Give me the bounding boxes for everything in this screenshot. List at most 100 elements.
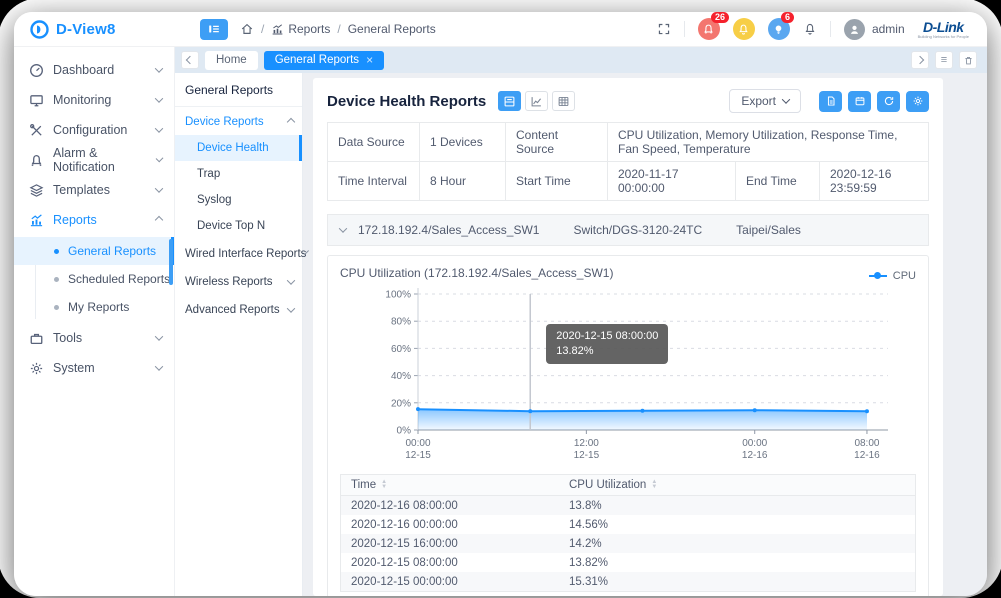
tree-group-wireless-reports[interactable]: Wireless Reports — [175, 269, 302, 295]
report-card: Device Health Reports — [313, 78, 943, 596]
sidebar-item-configuration[interactable]: Configuration — [14, 115, 174, 145]
start-time-label: Start Time — [506, 162, 608, 201]
tree-group-advanced-reports[interactable]: Advanced Reports — [175, 297, 302, 323]
sidebar-item-reports[interactable]: Reports — [14, 205, 174, 235]
sort-icon[interactable]: ▲▼ — [381, 480, 387, 490]
sidebar-item-alarm-notification[interactable]: Alarm & Notification — [14, 145, 174, 175]
tree-group-wired-interface-reports[interactable]: Wired Interface Reports — [175, 241, 302, 267]
bell-outline-icon — [803, 22, 817, 36]
lightbulb-icon — [772, 23, 785, 36]
sidebar-item-tools[interactable]: Tools — [14, 323, 174, 353]
gear-icon — [29, 361, 44, 376]
sidebar-item-my-reports[interactable]: My Reports — [14, 293, 174, 321]
tree-item-trap[interactable]: Trap — [175, 161, 302, 187]
sidebar-item-label: Dashboard — [53, 63, 114, 77]
start-time-value: 2020-11-17 00:00:00 — [608, 162, 736, 201]
breadcrumb-reports[interactable]: Reports — [271, 22, 330, 36]
dview-logo-icon — [30, 20, 49, 39]
breadcrumb-separator: / — [337, 22, 340, 36]
breadcrumb-reports-label: Reports — [288, 22, 330, 36]
svg-text:00:00: 00:00 — [742, 438, 767, 449]
table-header-row: Time▲▼ CPU Utilization▲▼ — [341, 475, 916, 496]
sidebar-item-general-reports[interactable]: General Reports — [14, 237, 174, 265]
sidebar-item-dashboard[interactable]: Dashboard — [14, 55, 174, 85]
dashboard-icon — [29, 63, 44, 78]
hint-button[interactable]: 6 — [768, 18, 790, 40]
reports-icon — [271, 23, 284, 36]
settings-button[interactable] — [906, 91, 929, 112]
home-icon[interactable] — [240, 22, 254, 36]
schedule-button[interactable] — [848, 91, 871, 112]
tab-scroll-right-button[interactable] — [911, 51, 929, 69]
sidebar-item-label: Tools — [53, 331, 82, 345]
fullscreen-icon — [657, 22, 671, 36]
tree-group-label: Wireless Reports — [185, 276, 273, 288]
table-row[interactable]: 2020-12-15 00:00:0015.31% — [341, 572, 916, 592]
table-row[interactable]: 2020-12-15 16:00:0014.2% — [341, 534, 916, 553]
sort-icon[interactable]: ▲▼ — [651, 480, 657, 490]
bell-icon — [737, 23, 750, 36]
system-bell-button[interactable] — [803, 22, 817, 36]
table-row[interactable]: 2020-12-16 08:00:0013.8% — [341, 496, 916, 516]
chevron-up-icon — [287, 118, 295, 126]
notification-button[interactable] — [733, 18, 755, 40]
breadcrumb-current: General Reports — [348, 22, 436, 36]
fullscreen-button[interactable] — [657, 22, 671, 36]
configuration-icon — [29, 123, 44, 138]
area-chart[interactable]: 0%20%40%60%80%100%00:0012-1512:0012-1500… — [340, 284, 920, 472]
collapse-icon[interactable] — [339, 224, 347, 232]
legend-cpu[interactable]: CPU — [869, 270, 916, 282]
sidebar-item-system[interactable]: System — [14, 353, 174, 383]
username[interactable]: admin — [872, 22, 905, 36]
tab-general-reports[interactable]: General Reports × — [264, 51, 384, 70]
monitoring-icon — [29, 93, 44, 108]
refresh-icon — [883, 95, 895, 107]
sidebar-subitem-label: Scheduled Reports — [68, 272, 170, 286]
cpu-chart[interactable]: 0%20%40%60%80%100%00:0012-1512:0012-1500… — [340, 284, 916, 474]
tree-item-device-top-n[interactable]: Device Top N — [175, 213, 302, 239]
tree-group-label: Device Reports — [185, 116, 264, 128]
hint-count-badge: 6 — [781, 12, 794, 23]
report-file-button[interactable] — [819, 91, 842, 112]
chart-view-icon — [530, 95, 543, 108]
bullet-dot — [54, 277, 59, 282]
sidebar-item-label: Monitoring — [53, 93, 111, 107]
tab-scroll-left-button[interactable] — [181, 51, 199, 69]
view-toggle-group — [498, 91, 575, 111]
combined-view-icon — [503, 95, 516, 108]
sidebar-item-templates[interactable]: Templates — [14, 175, 174, 205]
chevron-down-icon — [155, 155, 163, 163]
avatar[interactable] — [844, 19, 865, 40]
svg-text:00:00: 00:00 — [405, 438, 430, 449]
tree-item-label: Device Top N — [197, 220, 265, 232]
close-icon[interactable]: × — [366, 55, 373, 65]
export-label: Export — [741, 94, 776, 108]
tree-group-device-reports[interactable]: Device Reports — [175, 109, 302, 135]
tree-item-label: Trap — [197, 168, 220, 180]
close-all-tabs-button[interactable] — [959, 51, 977, 69]
chart-view-button[interactable] — [525, 91, 548, 111]
svg-text:12-15: 12-15 — [405, 450, 431, 461]
tree-item-device-health[interactable]: Device Health — [175, 135, 302, 161]
svg-text:60%: 60% — [391, 344, 411, 355]
combined-view-button[interactable] — [498, 91, 521, 111]
sidebar-scrollbar[interactable] — [169, 239, 173, 285]
tab-menu-button[interactable]: ≡ — [935, 51, 953, 69]
table-row[interactable]: 2020-12-16 00:00:0014.56% — [341, 515, 916, 534]
sidebar-item-monitoring[interactable]: Monitoring — [14, 85, 174, 115]
svg-text:80%: 80% — [391, 317, 411, 328]
table-view-button[interactable] — [552, 91, 575, 111]
table-row[interactable]: 2020-12-15 08:00:0013.82% — [341, 553, 916, 572]
device-section-header[interactable]: 172.18.192.4/Sales_Access_SW1 Switch/DGS… — [327, 214, 929, 246]
column-time[interactable]: Time▲▼ — [341, 475, 560, 496]
export-button[interactable]: Export — [729, 89, 801, 113]
tree-item-syslog[interactable]: Syslog — [175, 187, 302, 213]
document-icon — [825, 95, 837, 107]
bullet-dot — [54, 249, 59, 254]
sidebar-toggle-button[interactable] — [200, 19, 228, 40]
alarm-notification-button[interactable]: 26 — [698, 18, 720, 40]
tab-home[interactable]: Home — [205, 51, 258, 70]
column-cpu-utilization[interactable]: CPU Utilization▲▼ — [559, 475, 916, 496]
sidebar-item-scheduled-reports[interactable]: Scheduled Reports — [14, 265, 174, 293]
refresh-button[interactable] — [877, 91, 900, 112]
